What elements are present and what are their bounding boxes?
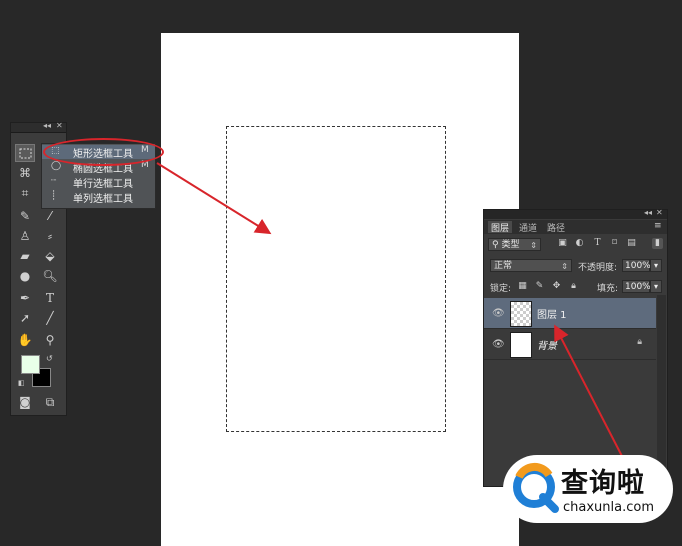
- annotation-arrow-to-canvas: [156, 162, 272, 235]
- q-logo-icon: [513, 462, 559, 513]
- watermark-brand: 查询啦: [561, 468, 645, 499]
- watermark-logo: 查询啦 chaxunla.com: [503, 455, 673, 523]
- annotation-arrow-to-layer: [554, 324, 626, 463]
- watermark-domain: chaxunla.com: [563, 500, 654, 515]
